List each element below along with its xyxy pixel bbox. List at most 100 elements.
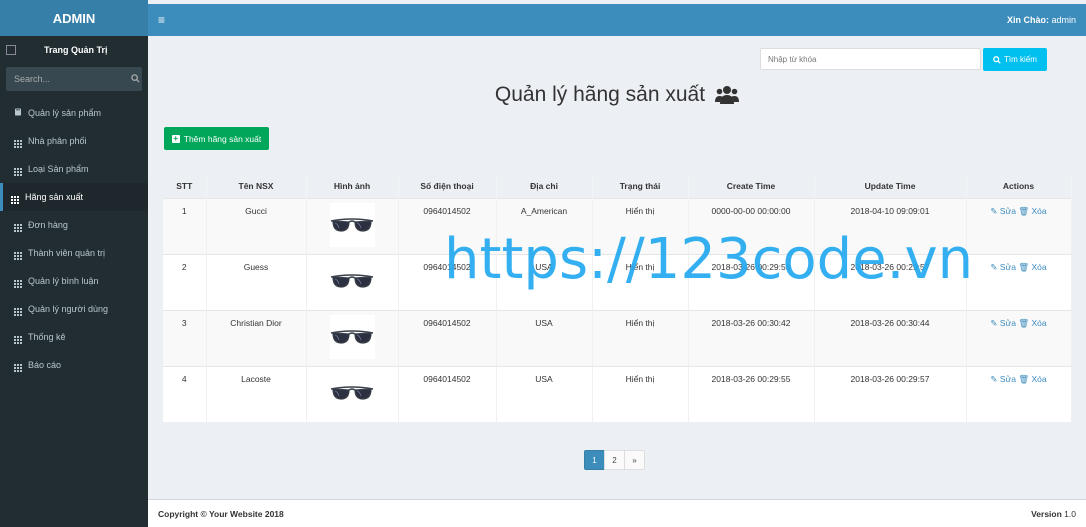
sidebar-item-label: Loại Sản phẩm (28, 164, 89, 174)
cell-actions: ✎ Sửa 🗑 Xóa (966, 198, 1072, 254)
add-manufacturer-button[interactable]: + Thêm hãng sản xuất (164, 127, 269, 150)
keyword-search-input[interactable] (768, 54, 973, 64)
user-panel: Trang Quản Trị (0, 36, 148, 64)
menu-toggle-icon[interactable]: ≡ (158, 13, 165, 27)
search-icon (993, 55, 1001, 64)
cell-address: USA (496, 366, 593, 422)
cell-status: Hiển thị (592, 366, 689, 422)
sidebar-item[interactable]: Đơn hàng (0, 211, 148, 239)
trash-icon: 🗑 (1018, 205, 1030, 216)
delete-button[interactable]: 🗑 Xóa (1018, 374, 1046, 384)
cell-name: Gucci (206, 198, 307, 254)
cell-stt: 1 (163, 198, 207, 254)
sidebar-item-label: Nhà phân phối (28, 136, 87, 146)
cell-stt: 3 (163, 310, 207, 366)
sidebar-item[interactable]: Quản lý người dùng (0, 295, 148, 323)
page-link[interactable]: 1 (584, 450, 605, 470)
keyword-search-box (760, 48, 981, 70)
edit-button[interactable]: ✎ Sửa (990, 318, 1016, 328)
grid-icon (14, 247, 24, 260)
edit-button[interactable]: ✎ Sửa (990, 262, 1016, 272)
sidebar-menu: Quản lý sản phẩm Nhà phân phối Loại Sản ph… (0, 99, 148, 379)
edit-button[interactable]: ✎ Sửa (990, 206, 1016, 216)
user-greeting[interactable]: Xin Chào: admin (1007, 15, 1076, 25)
user-panel-label: Trang Quản Trị (44, 45, 108, 55)
sidebar-item[interactable]: Thống kê (0, 323, 148, 351)
sidebar-item-label: Quản lý sản phẩm (28, 108, 102, 118)
grid-icon (14, 275, 24, 288)
search-icon[interactable] (131, 73, 140, 85)
sidebar-item[interactable]: Báo cáo (0, 351, 148, 379)
column-header: Actions (966, 175, 1072, 198)
sidebar-item-label: Thành viên quản trị (28, 248, 106, 258)
edit-label: Sửa (999, 261, 1016, 272)
pagination: 1 2» (584, 450, 645, 470)
sidebar-search-input[interactable] (14, 74, 131, 84)
broken-image-icon (6, 45, 16, 55)
sidebar-item[interactable]: Quản lý bình luận (0, 267, 148, 295)
edit-button[interactable]: ✎ Sửa (990, 374, 1016, 384)
cell-create-time: 2018-03-26 00:30:42 (688, 310, 815, 366)
page-link[interactable]: 2 (604, 450, 625, 470)
table-header-row: STT Tên NSX Hình ảnh Số điện thoại Địa chỉ Tr… (163, 175, 1072, 198)
page-title-text: Quản lý hãng sản xuất (494, 83, 706, 106)
cell-phone: 0964014502 (398, 366, 497, 422)
grid-icon (14, 303, 24, 316)
edit-icon: ✎ (990, 317, 998, 328)
delete-label: Xóa (1031, 373, 1047, 384)
sidebar-item-label: Quản lý người dùng (28, 304, 108, 314)
cell-update-time: 2018-03-26 00:29:57 (814, 366, 967, 422)
grid-icon (14, 163, 24, 176)
cell-name: Guess (206, 254, 307, 310)
delete-label: Xóa (1031, 317, 1047, 328)
sidebar-item[interactable]: Loại Sản phẩm (0, 155, 148, 183)
trash-icon: 🗑 (1018, 261, 1030, 272)
cell-update-time: 2018-03-26 00:30:44 (814, 310, 967, 366)
trash-icon: 🗑 (1018, 317, 1030, 328)
cell-address: USA (496, 310, 593, 366)
greeting-label: Xin Chào: (1006, 15, 1049, 25)
trash-icon: 🗑 (1018, 373, 1030, 384)
sidebar-item[interactable]: Hãng sản xuất (0, 183, 148, 211)
sidebar-item-label: Quản lý bình luận (28, 276, 99, 286)
edit-label: Sửa (999, 205, 1016, 216)
page-title: Quản lý hãng sản xuất (148, 83, 1086, 107)
cell-name: Christian Dior (206, 310, 307, 366)
sunglasses-image (329, 258, 375, 303)
copyright-text: Copyright © Your Website 2018 (158, 508, 284, 519)
plus-square-icon: + (171, 133, 180, 143)
edit-label: Sửa (999, 373, 1016, 384)
delete-button[interactable]: 🗑 Xóa (1018, 262, 1046, 272)
cell-name: Lacoste (206, 366, 307, 422)
version-info: Version 1.0 (1031, 509, 1076, 519)
logo[interactable]: ADMIN (0, 0, 148, 36)
sidebar-search (6, 67, 142, 91)
sidebar-item[interactable]: Thành viên quản trị (0, 239, 148, 267)
cell-stt: 4 (163, 366, 207, 422)
delete-button[interactable]: 🗑 Xóa (1018, 206, 1046, 216)
cell-image (306, 254, 399, 310)
book-icon (14, 108, 24, 118)
sidebar-item[interactable]: Quản lý sản phẩm (0, 99, 148, 127)
edit-icon: ✎ (990, 373, 998, 384)
search-button-label: Tìm kiếm (1004, 55, 1037, 64)
search-button[interactable]: Tìm kiếm (983, 48, 1047, 71)
grid-icon (14, 359, 24, 372)
column-header: Trạng thái (592, 175, 689, 198)
add-button-label: Thêm hãng sản xuất (183, 133, 262, 144)
delete-button[interactable]: 🗑 Xóa (1018, 318, 1046, 328)
main-content: Tìm kiếm Quản lý hãng sản xuất + Thêm hã… (148, 36, 1086, 499)
column-header: STT (163, 175, 207, 198)
sidebar-item-label: Báo cáo (28, 360, 62, 370)
version-number: 1.0 (1064, 508, 1076, 519)
cell-actions: ✎ Sửa 🗑 Xóa (966, 310, 1072, 366)
edit-icon: ✎ (990, 261, 998, 272)
column-header: Địa chỉ (496, 175, 593, 198)
cell-actions: ✎ Sửa 🗑 Xóa (966, 254, 1072, 310)
sidebar-item[interactable]: Nhà phân phối (0, 127, 148, 155)
watermark: https://123code.vn (444, 227, 974, 292)
column-header: Số điện thoại (398, 175, 497, 198)
next-page-link[interactable]: » (624, 450, 645, 470)
version-label: Version (1031, 508, 1062, 519)
manufacturer-table: STT Tên NSX Hình ảnh Số điện thoại Địa chỉ Tr… (163, 175, 1072, 422)
